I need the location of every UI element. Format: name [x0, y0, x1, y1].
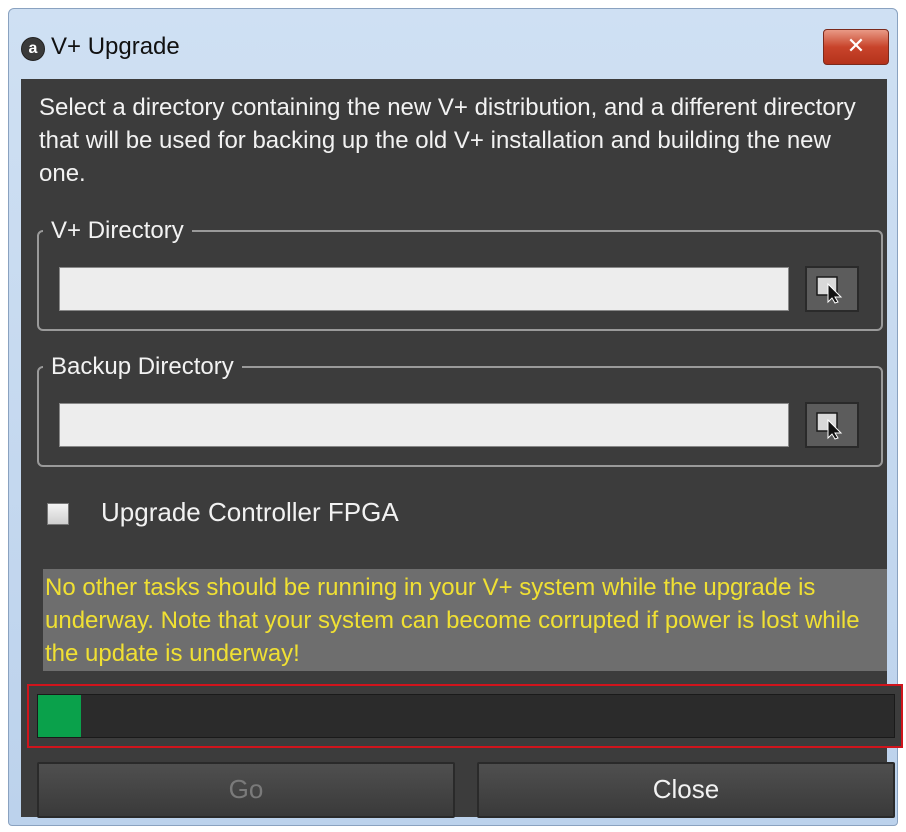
vplus-directory-group: V+ Directory [37, 217, 883, 331]
window-close-button[interactable]: ✕ [823, 29, 889, 65]
upgrade-fpga-label[interactable]: Upgrade Controller FPGA [101, 497, 399, 528]
app-logo-icon: a [21, 37, 45, 61]
upgrade-dialog-window: a V+ Upgrade ✕ Select a directory contai… [8, 8, 903, 826]
window-title: V+ Upgrade [51, 33, 180, 60]
backup-directory-group: Backup Directory [37, 353, 883, 467]
progress-bar-fill [38, 695, 81, 737]
vplus-directory-input[interactable] [59, 267, 789, 311]
vplus-directory-legend: V+ Directory [51, 217, 184, 244]
dialog-body: Select a directory containing the new V+… [21, 79, 903, 818]
title-bar: a V+ Upgrade ✕ [9, 9, 897, 79]
backup-directory-input[interactable] [59, 403, 789, 447]
backup-directory-browse-button[interactable] [805, 402, 859, 448]
instructions-text: Select a directory containing the new V+… [39, 94, 856, 187]
warning-message: No other tasks should be running in your… [43, 569, 887, 671]
close-button[interactable]: Close [477, 762, 895, 818]
upgrade-fpga-checkbox[interactable] [47, 503, 69, 525]
cursor-select-icon [816, 412, 843, 440]
vplus-directory-browse-button[interactable] [805, 266, 859, 312]
backup-directory-legend: Backup Directory [51, 353, 234, 380]
progress-bar [37, 694, 895, 738]
cursor-select-icon [816, 276, 843, 304]
go-button[interactable]: Go [37, 762, 455, 818]
progress-highlight-frame [27, 684, 903, 748]
